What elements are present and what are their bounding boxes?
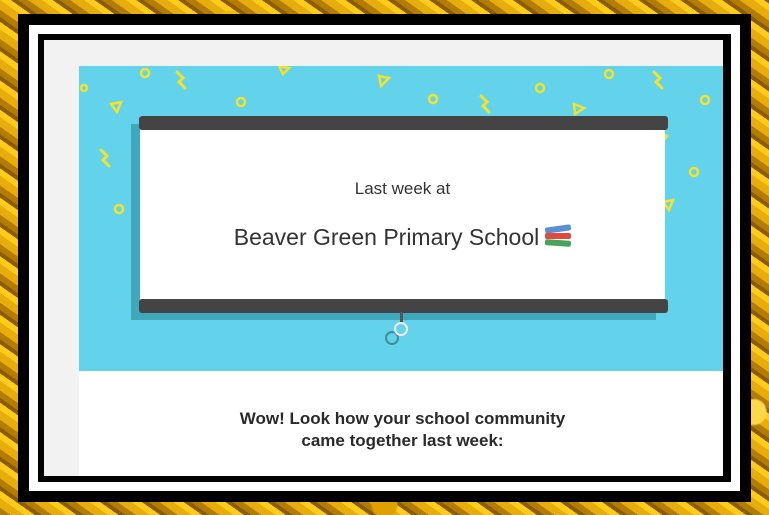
screen-top-bar <box>139 116 668 130</box>
books-icon <box>544 224 572 248</box>
headline-line-1: Wow! Look how your school community <box>239 409 566 428</box>
email-card: Last week at Beaver Green Primary School… <box>79 66 725 476</box>
email-screenshot: Last week at Beaver Green Primary School… <box>44 40 725 476</box>
school-name: Beaver Green Primary School <box>233 224 540 250</box>
projector-screen: Last week at Beaver Green Primary School <box>139 116 668 345</box>
email-banner: Last week at Beaver Green Primary School <box>79 66 725 371</box>
intro-text: Last week at <box>354 179 451 198</box>
screen-edge <box>723 40 725 476</box>
screen-bottom-bar <box>139 299 668 313</box>
school-name-line: Beaver Green Primary School <box>140 224 665 251</box>
pull-ring <box>394 322 408 336</box>
community-headline: Wow! Look how your school community came… <box>79 408 725 452</box>
headline-line-2: came together last week: <box>301 431 504 450</box>
